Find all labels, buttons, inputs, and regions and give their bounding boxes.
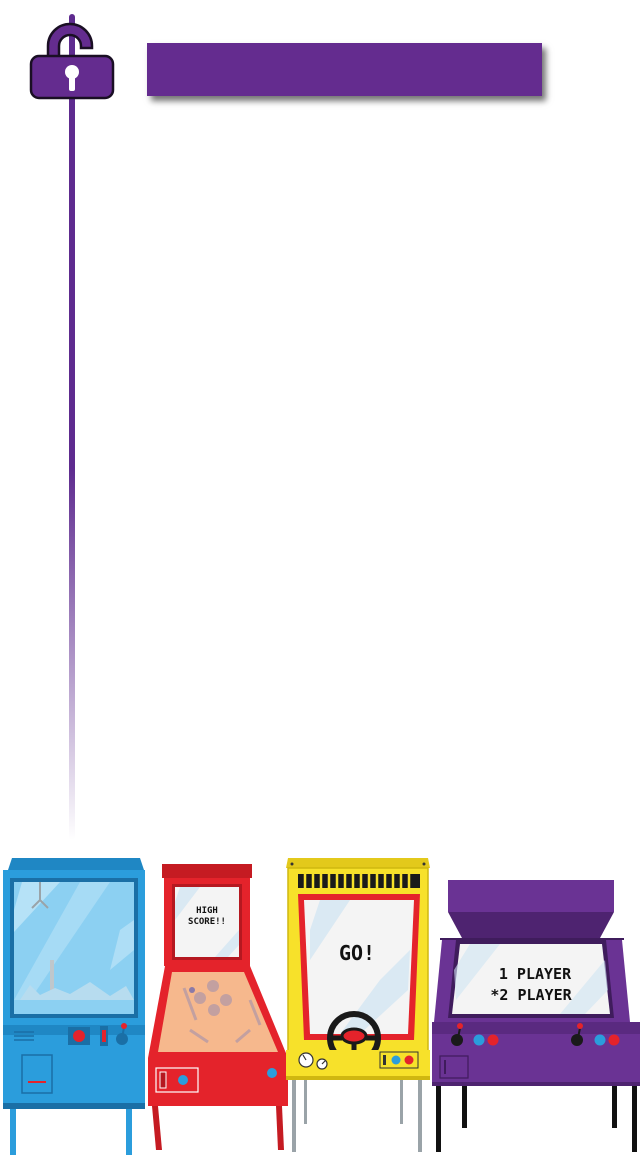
fighter-option2: *2 PLAYER xyxy=(490,986,572,1004)
fighter-machine: 1 PLAYER *2 PLAYER xyxy=(432,880,640,1152)
racing-machine: GO! xyxy=(286,858,430,1152)
racing-screen-text: GO! xyxy=(339,941,375,965)
claw-machine xyxy=(3,858,145,1155)
fighter-option1: 1 PLAYER xyxy=(499,965,572,983)
arcade-cabinets: HIGH SCORE!! GO! 1 PLAYER *2 PLAYER xyxy=(3,858,640,1155)
title-text xyxy=(147,43,542,96)
title-banner xyxy=(147,43,542,96)
unlocked-padlock-icon xyxy=(29,22,115,100)
pinball-screen-line2: SCORE!! xyxy=(188,917,226,927)
timeline-line xyxy=(69,14,75,840)
pinball-machine: HIGH SCORE!! xyxy=(148,864,288,1150)
pinball-screen-line1: HIGH xyxy=(196,906,218,916)
